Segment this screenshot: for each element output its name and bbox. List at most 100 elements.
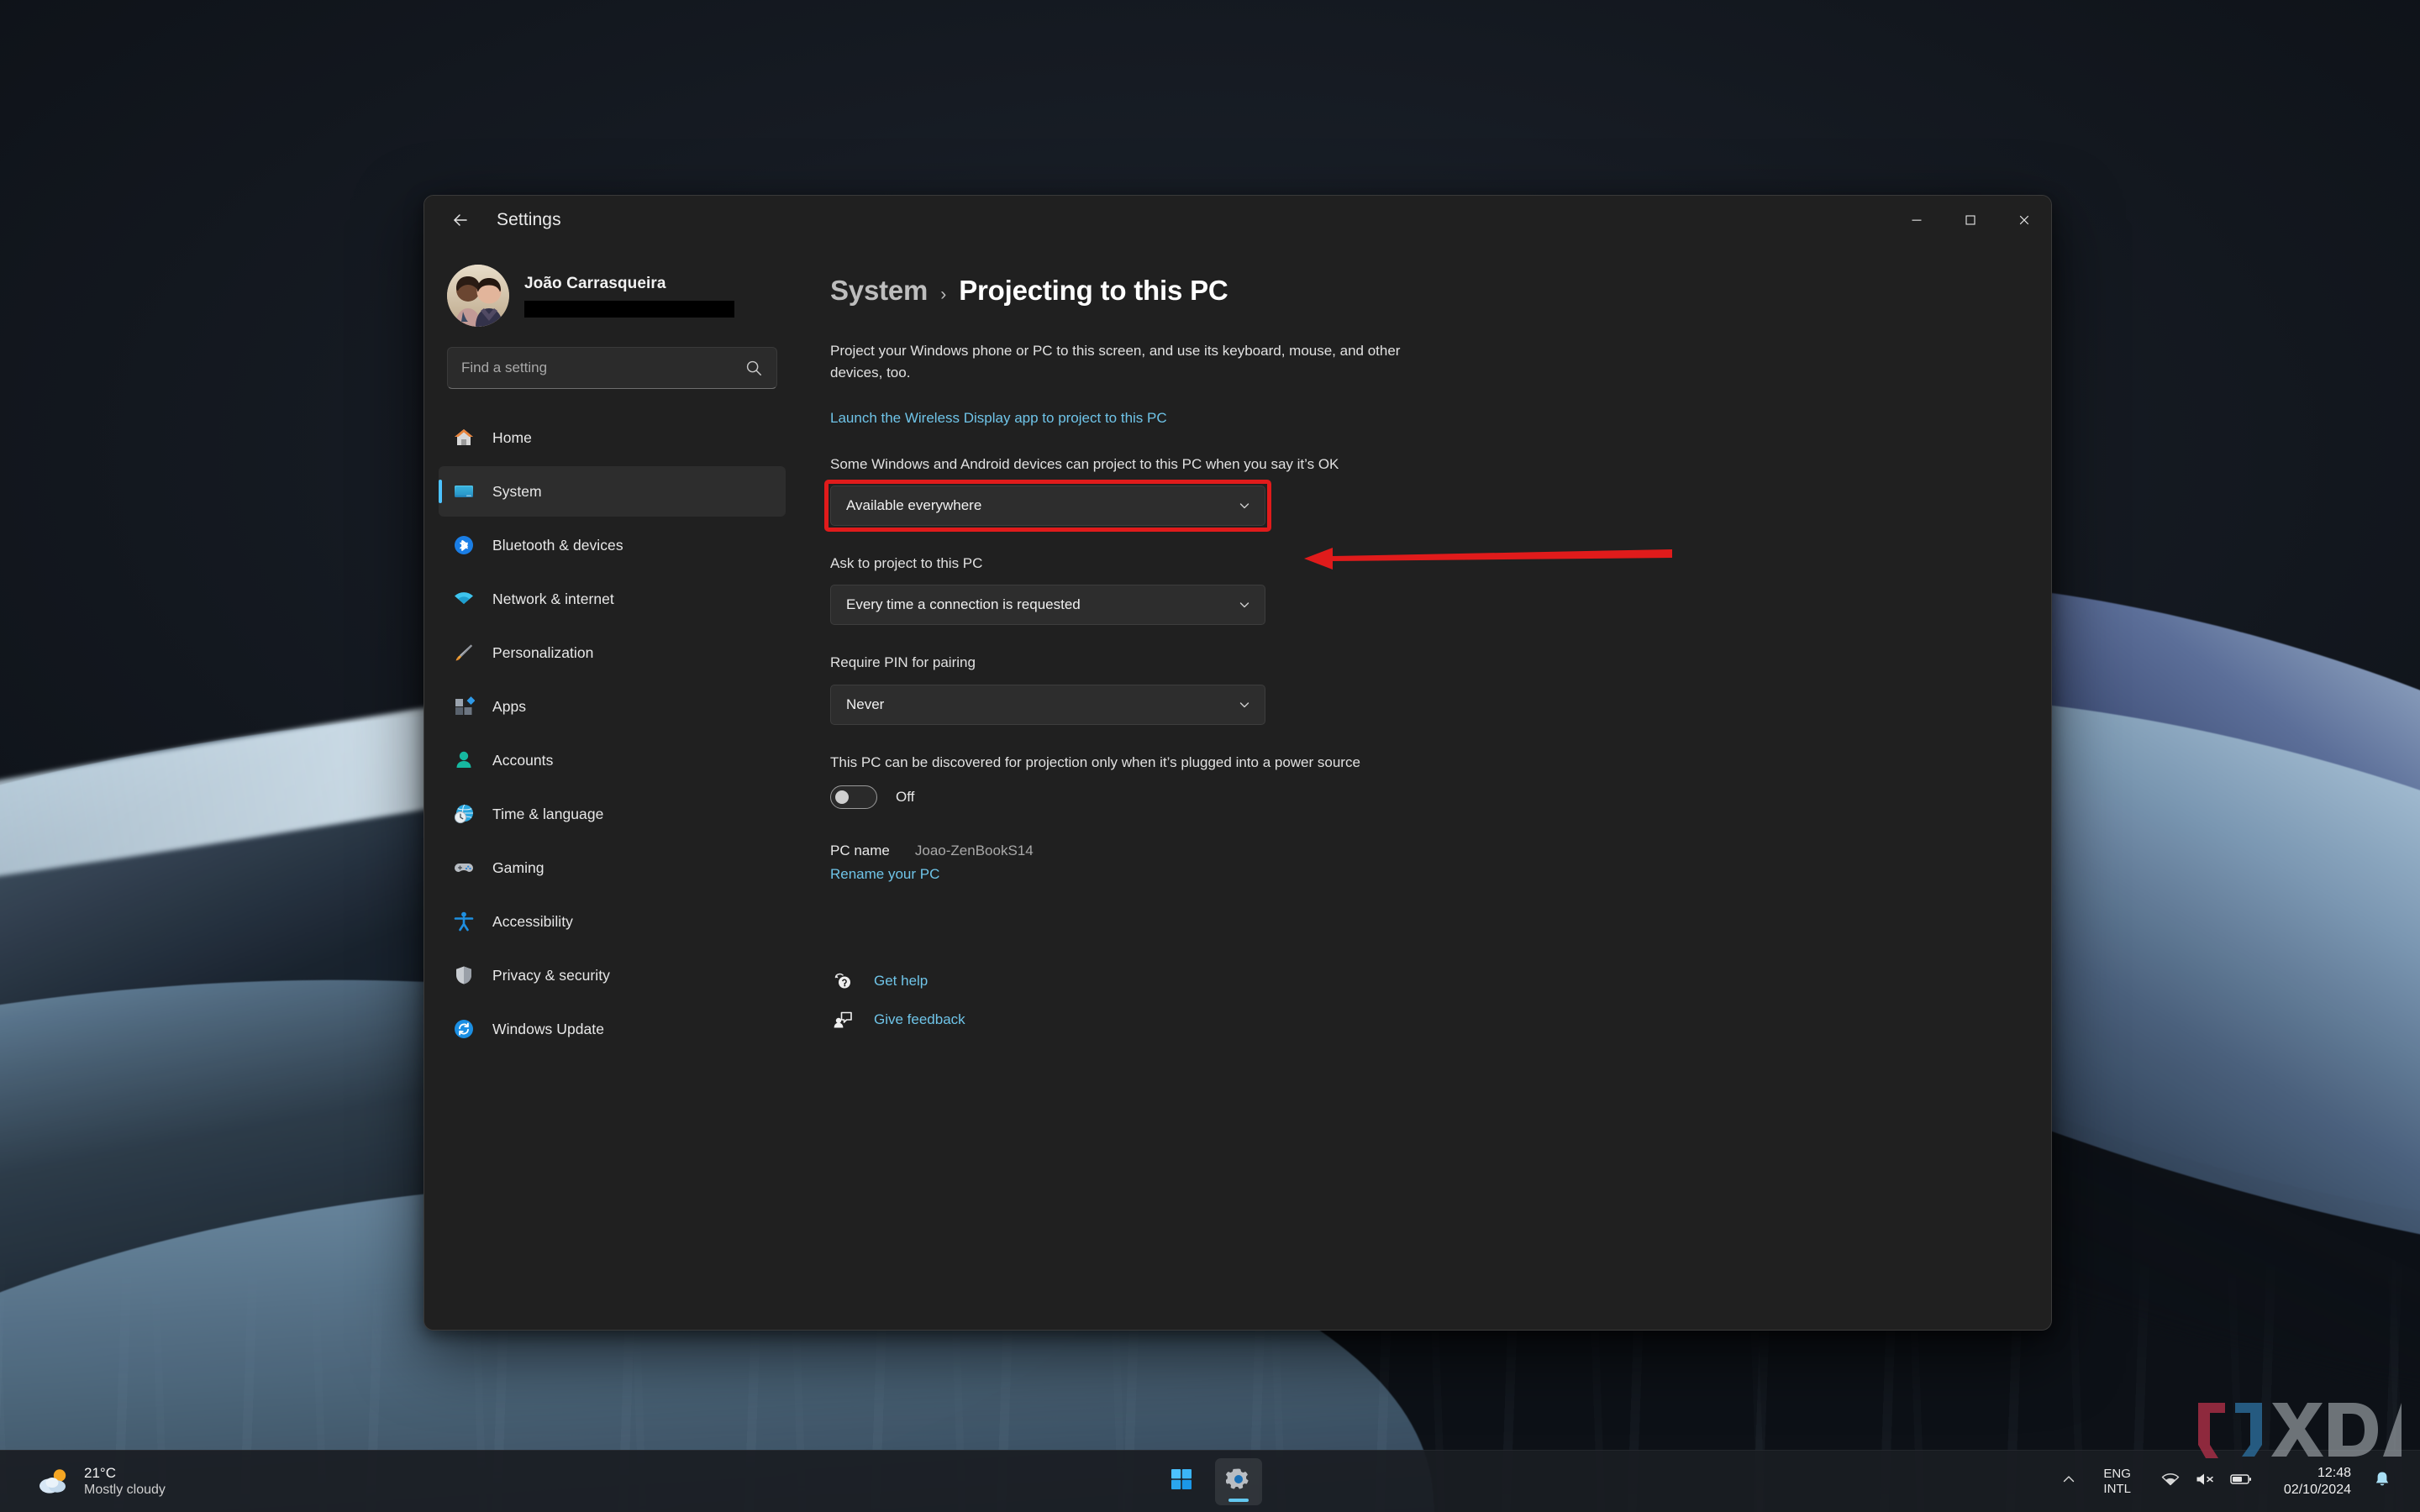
- profile-section[interactable]: João Carrasqueira: [439, 244, 786, 339]
- availability-label: Some Windows and Android devices can pro…: [830, 455, 1339, 472]
- give-feedback-label: Give feedback: [874, 1011, 965, 1028]
- minimize-button[interactable]: [1890, 196, 1944, 244]
- partly-cloudy-icon: [35, 1465, 74, 1499]
- notifications-button[interactable]: [2363, 1463, 2402, 1499]
- language-indicator[interactable]: ENG INTL: [2093, 1462, 2141, 1502]
- apps-grid-icon: [452, 695, 476, 718]
- sidebar-item-label: Bluetooth & devices: [492, 536, 623, 554]
- sidebar-item-time-language[interactable]: Time & language: [439, 789, 786, 839]
- page-description: Project your Windows phone or PC to this…: [830, 343, 1401, 381]
- taskbar-weather-text: 21°C Mostly cloudy: [84, 1464, 166, 1499]
- search-icon: [746, 360, 761, 375]
- wifi-icon: [2161, 1472, 2180, 1491]
- feedback-chat-icon: [830, 1010, 855, 1030]
- home-icon: [452, 426, 476, 449]
- gear-icon: [1225, 1467, 1251, 1496]
- close-icon: [2019, 215, 2029, 225]
- sidebar-item-label: Windows Update: [492, 1020, 604, 1037]
- sidebar-item-label: Gaming: [492, 858, 544, 876]
- footer-links: Get help Give feedback: [830, 971, 2018, 1030]
- sidebar-item-label: Privacy & security: [492, 966, 610, 984]
- sidebar-item-personalization[interactable]: Personalization: [439, 627, 786, 678]
- power-source-label: This PC can be discovered for projection…: [830, 753, 1360, 770]
- page-title: Projecting to this PC: [959, 275, 1228, 306]
- paintbrush-icon: [452, 641, 476, 664]
- sidebar-item-network-internet[interactable]: Network & internet: [439, 574, 786, 624]
- sidebar-item-system[interactable]: System: [439, 466, 786, 517]
- person-icon: [452, 748, 476, 772]
- sidebar-item-apps[interactable]: Apps: [439, 681, 786, 732]
- give-feedback-link[interactable]: Give feedback: [830, 1010, 2018, 1030]
- clock-date: 02/10/2024: [2283, 1482, 2351, 1497]
- require-pin-field: Require PIN for pairing Never: [830, 652, 2018, 725]
- avatar-photo-icon: [447, 265, 509, 327]
- shield-icon: [452, 963, 476, 987]
- sidebar-item-label: Personalization: [492, 643, 594, 661]
- sidebar-item-gaming[interactable]: Gaming: [439, 843, 786, 893]
- availability-dropdown[interactable]: Available everywhere: [830, 486, 1265, 527]
- window-title: Settings: [497, 210, 561, 229]
- sidebar-item-home[interactable]: Home: [439, 412, 786, 463]
- sidebar-item-label: Accounts: [492, 751, 554, 769]
- sidebar-item-label: Time & language: [492, 805, 604, 822]
- windows-logo-icon: [1171, 1468, 1192, 1494]
- clock[interactable]: 12:48 02/10/2024: [2272, 1460, 2363, 1504]
- power-source-toggle-row: Off: [830, 785, 2018, 810]
- chevron-up-icon: [2061, 1476, 2076, 1490]
- ask-to-project-field: Ask to project to this PC Every time a c…: [830, 553, 2018, 626]
- start-button[interactable]: [1158, 1458, 1205, 1505]
- profile-name: João Carrasqueira: [524, 274, 666, 292]
- require-pin-label: Require PIN for pairing: [830, 654, 976, 671]
- sidebar-item-bluetooth-devices[interactable]: Bluetooth & devices: [439, 520, 786, 570]
- breadcrumb-separator-icon: ›: [940, 285, 947, 304]
- get-help-label: Get help: [874, 973, 929, 990]
- chevron-down-icon: [1238, 598, 1251, 612]
- ask-to-project-label: Ask to project to this PC: [830, 555, 983, 572]
- settings-window: Settings João Carrasqueira Find a settin…: [424, 195, 2052, 1331]
- minimize-icon: [1912, 219, 1922, 221]
- language-line-1: ENG: [2103, 1466, 2131, 1481]
- quick-settings-button[interactable]: [2148, 1465, 2265, 1498]
- maximize-icon: [1965, 215, 1975, 225]
- get-help-link[interactable]: Get help: [830, 971, 2018, 991]
- sidebar-item-accessibility[interactable]: Accessibility: [439, 896, 786, 947]
- sidebar-item-label: Home: [492, 428, 532, 446]
- main-content: System › Projecting to this PC Project y…: [800, 244, 2051, 1330]
- taskbar-app-area: [1158, 1457, 1262, 1505]
- pc-name-label: PC name: [830, 843, 890, 859]
- chevron-down-icon: [1238, 698, 1251, 711]
- rename-pc-link[interactable]: Rename your PC: [830, 866, 939, 883]
- sidebar: João Carrasqueira Find a setting Home Sy…: [424, 244, 800, 1330]
- language-line-2: INTL: [2103, 1481, 2131, 1496]
- close-button[interactable]: [1997, 196, 2051, 244]
- launch-wireless-display-link[interactable]: Launch the Wireless Display app to proje…: [830, 410, 1167, 427]
- help-question-icon: [830, 971, 855, 991]
- sidebar-item-accounts[interactable]: Accounts: [439, 735, 786, 785]
- sidebar-item-label: Apps: [492, 697, 527, 715]
- monitor-icon: [452, 480, 476, 503]
- gamepad-icon: [452, 856, 476, 879]
- ask-to-project-dropdown[interactable]: Every time a connection is requested: [830, 585, 1265, 626]
- sidebar-item-privacy-security[interactable]: Privacy & security: [439, 950, 786, 1000]
- maximize-button[interactable]: [1944, 196, 1997, 244]
- update-sync-icon: [452, 1017, 476, 1041]
- settings-app-taskbar-button[interactable]: [1215, 1457, 1262, 1505]
- search-wrapper: [439, 339, 786, 389]
- breadcrumb: System › Projecting to this PC: [830, 275, 2018, 307]
- profile-text: João Carrasqueira: [524, 275, 734, 318]
- breadcrumb-parent[interactable]: System: [830, 275, 928, 307]
- search-box[interactable]: [447, 347, 777, 389]
- require-pin-dropdown[interactable]: Never: [830, 684, 1265, 725]
- sidebar-nav: Home System Bluetooth & devices Network …: [439, 412, 786, 1058]
- sidebar-item-windows-update[interactable]: Windows Update: [439, 1004, 786, 1054]
- availability-field: Some Windows and Android devices can pro…: [824, 454, 2018, 533]
- taskbar-weather-widget[interactable]: 21°C Mostly cloudy: [25, 1459, 176, 1504]
- search-input[interactable]: [461, 360, 744, 376]
- window-controls: [1890, 196, 2051, 244]
- taskbar: 21°C Mostly cloudy ENG INTL 12:48 02/10/…: [0, 1450, 2420, 1512]
- pc-name-value: Joao-ZenBookS14: [914, 843, 1034, 859]
- power-source-toggle-state: Off: [896, 789, 915, 806]
- tray-overflow-button[interactable]: [2049, 1463, 2088, 1499]
- power-source-toggle[interactable]: [830, 785, 877, 810]
- back-button[interactable]: [441, 201, 480, 239]
